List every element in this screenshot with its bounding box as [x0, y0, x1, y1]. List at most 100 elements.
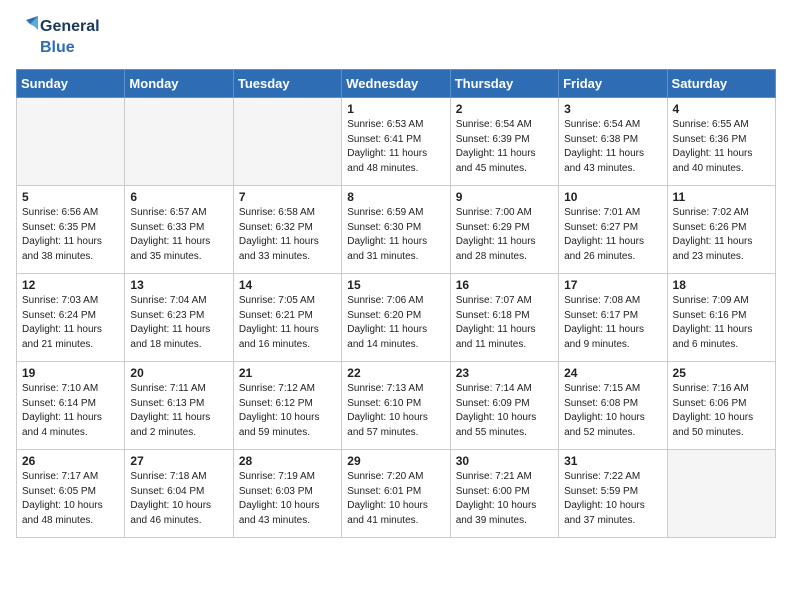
calendar-day-cell: 10 Sunrise: 7:01 AM Sunset: 6:27 PM Dayli…	[559, 186, 667, 274]
day-info-text: Sunrise: 7:18 AM Sunset: 6:04 PM Dayligh…	[130, 470, 227, 528]
day-info-text: Sunrise: 7:19 AM Sunset: 6:03 PM Dayligh…	[239, 470, 336, 528]
column-header-saturday: Saturday	[667, 70, 775, 98]
column-header-thursday: Thursday	[450, 70, 558, 98]
calendar-table: SundayMondayTuesdayWednesdayThursdayFrid…	[16, 69, 776, 538]
day-number: 29	[347, 454, 444, 468]
day-number: 15	[347, 278, 444, 292]
day-number: 27	[130, 454, 227, 468]
calendar-day-cell: 5Sunrise: 6:56 AM Sunset: 6:35 PM Daylig…	[17, 186, 125, 274]
day-number: 21	[239, 366, 336, 380]
calendar-day-cell: 25Sunrise: 7:16 AM Sunset: 6:06 PM Dayli…	[667, 362, 775, 450]
day-number: 18	[673, 278, 770, 292]
day-number: 28	[239, 454, 336, 468]
day-info-text: Sunrise: 6:53 AM Sunset: 6:41 PM Dayligh…	[347, 118, 444, 176]
day-number: 2	[456, 102, 553, 116]
day-number: 12	[22, 278, 119, 292]
day-info-text: Sunrise: 7:06 AM Sunset: 6:20 PM Dayligh…	[347, 294, 444, 352]
day-number: 16	[456, 278, 553, 292]
calendar-day-cell: 12 Sunrise: 7:03 AM Sunset: 6:24 PM Dayli…	[17, 274, 125, 362]
day-info-text: Sunrise: 6:59 AM Sunset: 6:30 PM Dayligh…	[347, 206, 444, 264]
page-header: General Blue	[16, 16, 776, 57]
calendar-day-cell: 24Sunrise: 7:15 AM Sunset: 6:08 PM Dayli…	[559, 362, 667, 450]
calendar-week-row: 1 Sunrise: 6:53 AM Sunset: 6:41 PM Daylig…	[17, 98, 776, 186]
calendar-day-cell: 16 Sunrise: 7:07 AM Sunset: 6:18 PM Dayli…	[450, 274, 558, 362]
calendar-header-row: SundayMondayTuesdayWednesdayThursdayFrid…	[17, 70, 776, 98]
calendar-day-cell: 3 Sunrise: 6:54 AM Sunset: 6:38 PM Daylig…	[559, 98, 667, 186]
day-number: 25	[673, 366, 770, 380]
calendar-day-cell: 31 Sunrise: 7:22 AM Sunset: 5:59 PM Dayli…	[559, 450, 667, 538]
day-number: 22	[347, 366, 444, 380]
calendar-day-cell	[667, 450, 775, 538]
calendar-day-cell: 30 Sunrise: 7:21 AM Sunset: 6:00 PM Dayli…	[450, 450, 558, 538]
day-number: 14	[239, 278, 336, 292]
day-number: 13	[130, 278, 227, 292]
day-number: 24	[564, 366, 661, 380]
calendar-day-cell: 6 Sunrise: 6:57 AM Sunset: 6:33 PM Daylig…	[125, 186, 233, 274]
day-number: 9	[456, 190, 553, 204]
calendar-week-row: 19 Sunrise: 7:10 AM Sunset: 6:14 PM Dayli…	[17, 362, 776, 450]
calendar-day-cell: 19 Sunrise: 7:10 AM Sunset: 6:14 PM Dayli…	[17, 362, 125, 450]
day-number: 10	[564, 190, 661, 204]
day-number: 19	[22, 366, 119, 380]
calendar-day-cell: 26 Sunrise: 7:17 AM Sunset: 6:05 PM Dayli…	[17, 450, 125, 538]
day-number: 7	[239, 190, 336, 204]
day-info-text: Sunrise: 7:03 AM Sunset: 6:24 PM Dayligh…	[22, 294, 119, 352]
calendar-day-cell: 22 Sunrise: 7:13 AM Sunset: 6:10 PM Dayli…	[342, 362, 450, 450]
calendar-day-cell: 1 Sunrise: 6:53 AM Sunset: 6:41 PM Daylig…	[342, 98, 450, 186]
day-number: 26	[22, 454, 119, 468]
day-info-text: Sunrise: 7:09 AM Sunset: 6:16 PM Dayligh…	[673, 294, 770, 352]
day-info-text: Sunrise: 6:54 AM Sunset: 6:38 PM Dayligh…	[564, 118, 661, 176]
day-info-text: Sunrise: 7:12 AM Sunset: 6:12 PM Dayligh…	[239, 382, 336, 440]
day-info-text: Sunrise: 7:13 AM Sunset: 6:10 PM Dayligh…	[347, 382, 444, 440]
day-info-text: Sunrise: 7:00 AM Sunset: 6:29 PM Dayligh…	[456, 206, 553, 264]
calendar-day-cell	[125, 98, 233, 186]
day-number: 20	[130, 366, 227, 380]
day-number: 3	[564, 102, 661, 116]
day-number: 6	[130, 190, 227, 204]
calendar-day-cell: 29 Sunrise: 7:20 AM Sunset: 6:01 PM Dayli…	[342, 450, 450, 538]
day-number: 23	[456, 366, 553, 380]
day-info-text: Sunrise: 6:57 AM Sunset: 6:33 PM Dayligh…	[130, 206, 227, 264]
day-info-text: Sunrise: 6:55 AM Sunset: 6:36 PM Dayligh…	[673, 118, 770, 176]
calendar-day-cell: 15 Sunrise: 7:06 AM Sunset: 6:20 PM Dayli…	[342, 274, 450, 362]
column-header-friday: Friday	[559, 70, 667, 98]
column-header-monday: Monday	[125, 70, 233, 98]
day-number: 30	[456, 454, 553, 468]
column-header-wednesday: Wednesday	[342, 70, 450, 98]
calendar-day-cell	[233, 98, 341, 186]
day-info-text: Sunrise: 7:02 AM Sunset: 6:26 PM Dayligh…	[673, 206, 770, 264]
logo: General Blue	[16, 16, 100, 57]
day-info-text: Sunrise: 7:01 AM Sunset: 6:27 PM Dayligh…	[564, 206, 661, 264]
calendar-day-cell: 14 Sunrise: 7:05 AM Sunset: 6:21 PM Dayli…	[233, 274, 341, 362]
calendar-day-cell: 7 Sunrise: 6:58 AM Sunset: 6:32 PM Daylig…	[233, 186, 341, 274]
calendar-day-cell: 8Sunrise: 6:59 AM Sunset: 6:30 PM Daylig…	[342, 186, 450, 274]
calendar-day-cell: 28 Sunrise: 7:19 AM Sunset: 6:03 PM Dayli…	[233, 450, 341, 538]
day-info-text: Sunrise: 7:07 AM Sunset: 6:18 PM Dayligh…	[456, 294, 553, 352]
day-info-text: Sunrise: 7:14 AM Sunset: 6:09 PM Dayligh…	[456, 382, 553, 440]
day-number: 11	[673, 190, 770, 204]
calendar-day-cell: 18 Sunrise: 7:09 AM Sunset: 6:16 PM Dayli…	[667, 274, 775, 362]
calendar-day-cell: 2 Sunrise: 6:54 AM Sunset: 6:39 PM Daylig…	[450, 98, 558, 186]
calendar-week-row: 5Sunrise: 6:56 AM Sunset: 6:35 PM Daylig…	[17, 186, 776, 274]
day-info-text: Sunrise: 7:21 AM Sunset: 6:00 PM Dayligh…	[456, 470, 553, 528]
column-header-tuesday: Tuesday	[233, 70, 341, 98]
day-info-text: Sunrise: 7:22 AM Sunset: 5:59 PM Dayligh…	[564, 470, 661, 528]
logo-blue-label: Blue	[40, 38, 75, 57]
day-info-text: Sunrise: 7:05 AM Sunset: 6:21 PM Dayligh…	[239, 294, 336, 352]
column-header-sunday: Sunday	[17, 70, 125, 98]
day-number: 31	[564, 454, 661, 468]
day-number: 1	[347, 102, 444, 116]
calendar-day-cell: 20Sunrise: 7:11 AM Sunset: 6:13 PM Dayli…	[125, 362, 233, 450]
day-info-text: Sunrise: 7:20 AM Sunset: 6:01 PM Dayligh…	[347, 470, 444, 528]
day-info-text: Sunrise: 7:17 AM Sunset: 6:05 PM Dayligh…	[22, 470, 119, 528]
day-info-text: Sunrise: 7:10 AM Sunset: 6:14 PM Dayligh…	[22, 382, 119, 440]
calendar-day-cell: 4Sunrise: 6:55 AM Sunset: 6:36 PM Daylig…	[667, 98, 775, 186]
day-info-text: Sunrise: 7:08 AM Sunset: 6:17 PM Dayligh…	[564, 294, 661, 352]
logo-bird-icon	[16, 16, 38, 38]
calendar-week-row: 26 Sunrise: 7:17 AM Sunset: 6:05 PM Dayli…	[17, 450, 776, 538]
day-info-text: Sunrise: 6:56 AM Sunset: 6:35 PM Dayligh…	[22, 206, 119, 264]
calendar-day-cell: 21 Sunrise: 7:12 AM Sunset: 6:12 PM Dayli…	[233, 362, 341, 450]
day-info-text: Sunrise: 6:58 AM Sunset: 6:32 PM Dayligh…	[239, 206, 336, 264]
day-info-text: Sunrise: 6:54 AM Sunset: 6:39 PM Dayligh…	[456, 118, 553, 176]
day-info-text: Sunrise: 7:04 AM Sunset: 6:23 PM Dayligh…	[130, 294, 227, 352]
